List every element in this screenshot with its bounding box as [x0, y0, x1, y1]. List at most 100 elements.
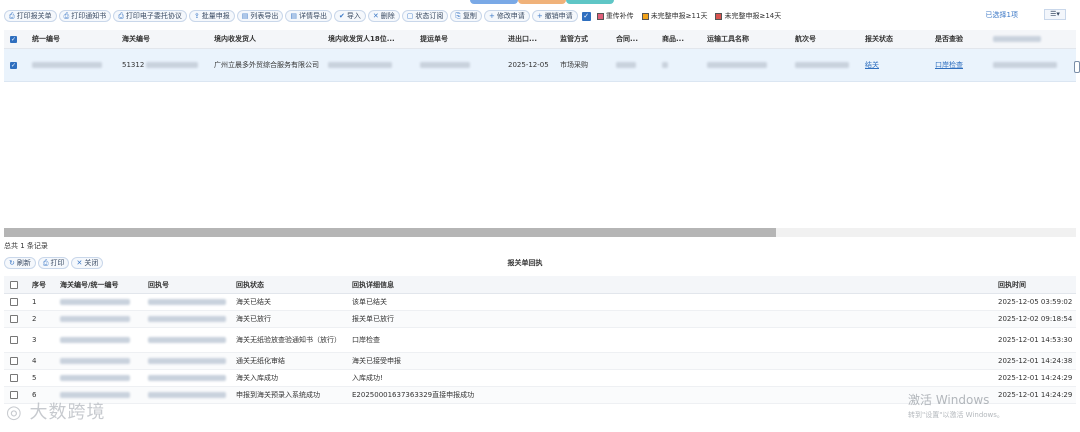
inspection-link[interactable]: 口岸检查: [935, 60, 963, 70]
revoke-request-button[interactable]: + 撤销申请: [531, 10, 578, 22]
receipt-time: 2025-12-01 14:24:29: [998, 391, 1073, 399]
customs-no-cell: [54, 328, 142, 352]
row-checkbox[interactable]: [10, 336, 18, 344]
import-button[interactable]: ✔ 导入: [333, 10, 366, 22]
button-label: 关闭: [84, 259, 99, 267]
receipt-no-cell: [142, 353, 230, 369]
refresh-icon: ↻: [9, 259, 15, 267]
col-header[interactable]: 回执号: [142, 276, 230, 293]
button-label: 打印: [50, 259, 65, 267]
customs-no-cell: [54, 294, 142, 310]
table-row[interactable]: 4 通关无纸化审结 海关已接受申报 2025-12-01 14:24:38: [4, 353, 1076, 370]
col-header[interactable]: 回执时间: [992, 276, 1076, 293]
col-header[interactable]: 境内收发货人18位...: [322, 30, 414, 48]
status-link[interactable]: 结关: [865, 60, 879, 70]
toolbar-right: 已选择1项 ☰▾: [986, 9, 1066, 20]
col-header[interactable]: 航次号: [789, 30, 859, 48]
col-header[interactable]: 序号: [26, 276, 54, 293]
print-button[interactable]: ⎙ 打印: [37, 257, 70, 269]
col-header[interactable]: 合同...: [610, 30, 656, 48]
copy-button[interactable]: ⎘ 复制: [450, 10, 482, 22]
copy-icon: ⎘: [455, 11, 461, 20]
transport-cell: [701, 49, 789, 81]
select-all-cell: [4, 276, 26, 293]
resize-handle[interactable]: [1074, 61, 1080, 73]
batch-declare-button[interactable]: ⇪ 批量申报: [188, 10, 235, 22]
col-header[interactable]: 是否查验: [929, 30, 987, 48]
refresh-button[interactable]: ↻ 刷新: [4, 257, 36, 269]
receipt-detail: E20250001637363329直接申报成功: [352, 391, 475, 399]
supervision-cell: 市场采购: [554, 49, 610, 81]
row-select-cell: [4, 294, 26, 310]
print-e-agreement-button[interactable]: ⎙ 打印电子委托协议: [113, 10, 187, 22]
print-icon: ⎙: [118, 11, 124, 20]
table-row[interactable]: ✓ 51312 广州立晨多外贸综合服务有限公司 2025-12-05 市场采购 …: [4, 49, 1080, 82]
col-header[interactable]: 海关编号/统一编号: [54, 276, 142, 293]
col-header[interactable]: 运输工具名称: [701, 30, 789, 48]
delete-button[interactable]: ✕ 删除: [367, 10, 400, 22]
redacted-text: [60, 316, 130, 322]
table-row[interactable]: 1 海关已结关 该单已结关 2025-12-05 03:59:02: [4, 294, 1076, 311]
row-checkbox[interactable]: [10, 298, 18, 306]
receipt-status: 海关已放行: [236, 315, 271, 323]
table-row[interactable]: 2 海关已放行 报关单已放行 2025-12-02 09:18:54: [4, 311, 1076, 328]
legend-incomplete-11: 未完整申报≥11天: [641, 11, 707, 21]
top-tab-3[interactable]: [566, 0, 614, 4]
scrollbar-thumb[interactable]: [4, 228, 776, 237]
col-header[interactable]: 海关编号: [116, 30, 208, 48]
consignee-name: 广州立晨多外贸综合服务有限公司: [214, 61, 319, 69]
col-header[interactable]: 回执状态: [230, 276, 346, 293]
row-checkbox[interactable]: [10, 374, 18, 382]
ie-date: 2025-12-05: [508, 61, 549, 69]
row-number: 4: [32, 357, 37, 365]
col-header[interactable]: 统一编号: [26, 30, 116, 48]
redacted-text: [328, 62, 392, 68]
receipt-toolbar: ↻ 刷新 ⎙ 打印 ✕ 关闭: [4, 257, 105, 269]
receipt-time: 2025-12-01 14:24:38: [998, 357, 1073, 365]
button-label: 修改申请: [496, 12, 525, 20]
filter-checkbox[interactable]: ✓: [581, 11, 591, 21]
table-row[interactable]: 5 海关入库成功 入库成功! 2025-12-01 14:24:29: [4, 370, 1076, 387]
col-header[interactable]: 提运单号: [414, 30, 502, 48]
customs-no-cell: [54, 370, 142, 386]
col-header[interactable]: 进出口...: [502, 30, 554, 48]
redacted-text: [148, 316, 226, 322]
row-checkbox[interactable]: ✓: [10, 61, 17, 69]
consignee-cell: 广州立晨多外贸综合服务有限公司: [208, 49, 322, 81]
select-all-checkbox[interactable]: ✓: [10, 35, 17, 43]
receipt-status: 海关已结关: [236, 298, 271, 306]
redacted-text: [60, 337, 130, 343]
row-checkbox[interactable]: [10, 357, 18, 365]
status-subscribe-button[interactable]: ▢ 状态订阅: [401, 10, 449, 22]
receipt-no-cell: [142, 328, 230, 352]
toolbar: ⎙ 打印报关单 ⎙ 打印通知书 ⎙ 打印电子委托协议 ⇪ 批量申报 ▤ 列表导出 ▤ 详情导…: [4, 9, 1076, 23]
ie-date-cell: 2025-12-05: [502, 49, 554, 81]
list-export-button[interactable]: ▤ 列表导出: [236, 10, 284, 22]
col-header[interactable]: 报关状态: [859, 30, 929, 48]
activation-hint: 转到"设置"以激活 Windows。: [908, 411, 1004, 419]
table-row[interactable]: 3 海关无纸验放查验通知书（放行） 口岸检查 2025-12-01 14:53:…: [4, 328, 1076, 353]
customs-no-cell: 51312: [116, 49, 208, 81]
select-all-checkbox[interactable]: [10, 280, 18, 289]
close-button[interactable]: ✕ 关闭: [71, 257, 104, 269]
detail-export-button[interactable]: ▤ 详情导出: [285, 10, 332, 22]
row-checkbox[interactable]: [10, 315, 18, 323]
close-icon: ✕: [76, 259, 83, 267]
top-tab-2[interactable]: [518, 0, 566, 4]
print-notice-button[interactable]: ⎙ 打印通知书: [58, 10, 112, 22]
button-label: 列表导出: [250, 12, 279, 20]
top-tab-1[interactable]: [470, 0, 518, 4]
horizontal-scrollbar[interactable]: [4, 228, 1076, 237]
redacted-text: [795, 62, 849, 68]
modify-request-button[interactable]: + 修改申请: [483, 10, 530, 22]
col-header-redacted[interactable]: [987, 30, 1063, 48]
button-label: 详情导出: [298, 12, 327, 20]
col-header[interactable]: 境内收发货人: [208, 30, 322, 48]
col-header[interactable]: 回执详细信息: [346, 276, 992, 293]
print-declaration-button[interactable]: ⎙ 打印报关单: [4, 10, 57, 22]
row-select-cell: ✓: [4, 49, 26, 81]
column-view-button[interactable]: ☰▾: [1044, 9, 1066, 20]
col-header[interactable]: 商品...: [656, 30, 701, 48]
col-header[interactable]: 监管方式: [554, 30, 610, 48]
legend-swatch: [715, 12, 723, 20]
